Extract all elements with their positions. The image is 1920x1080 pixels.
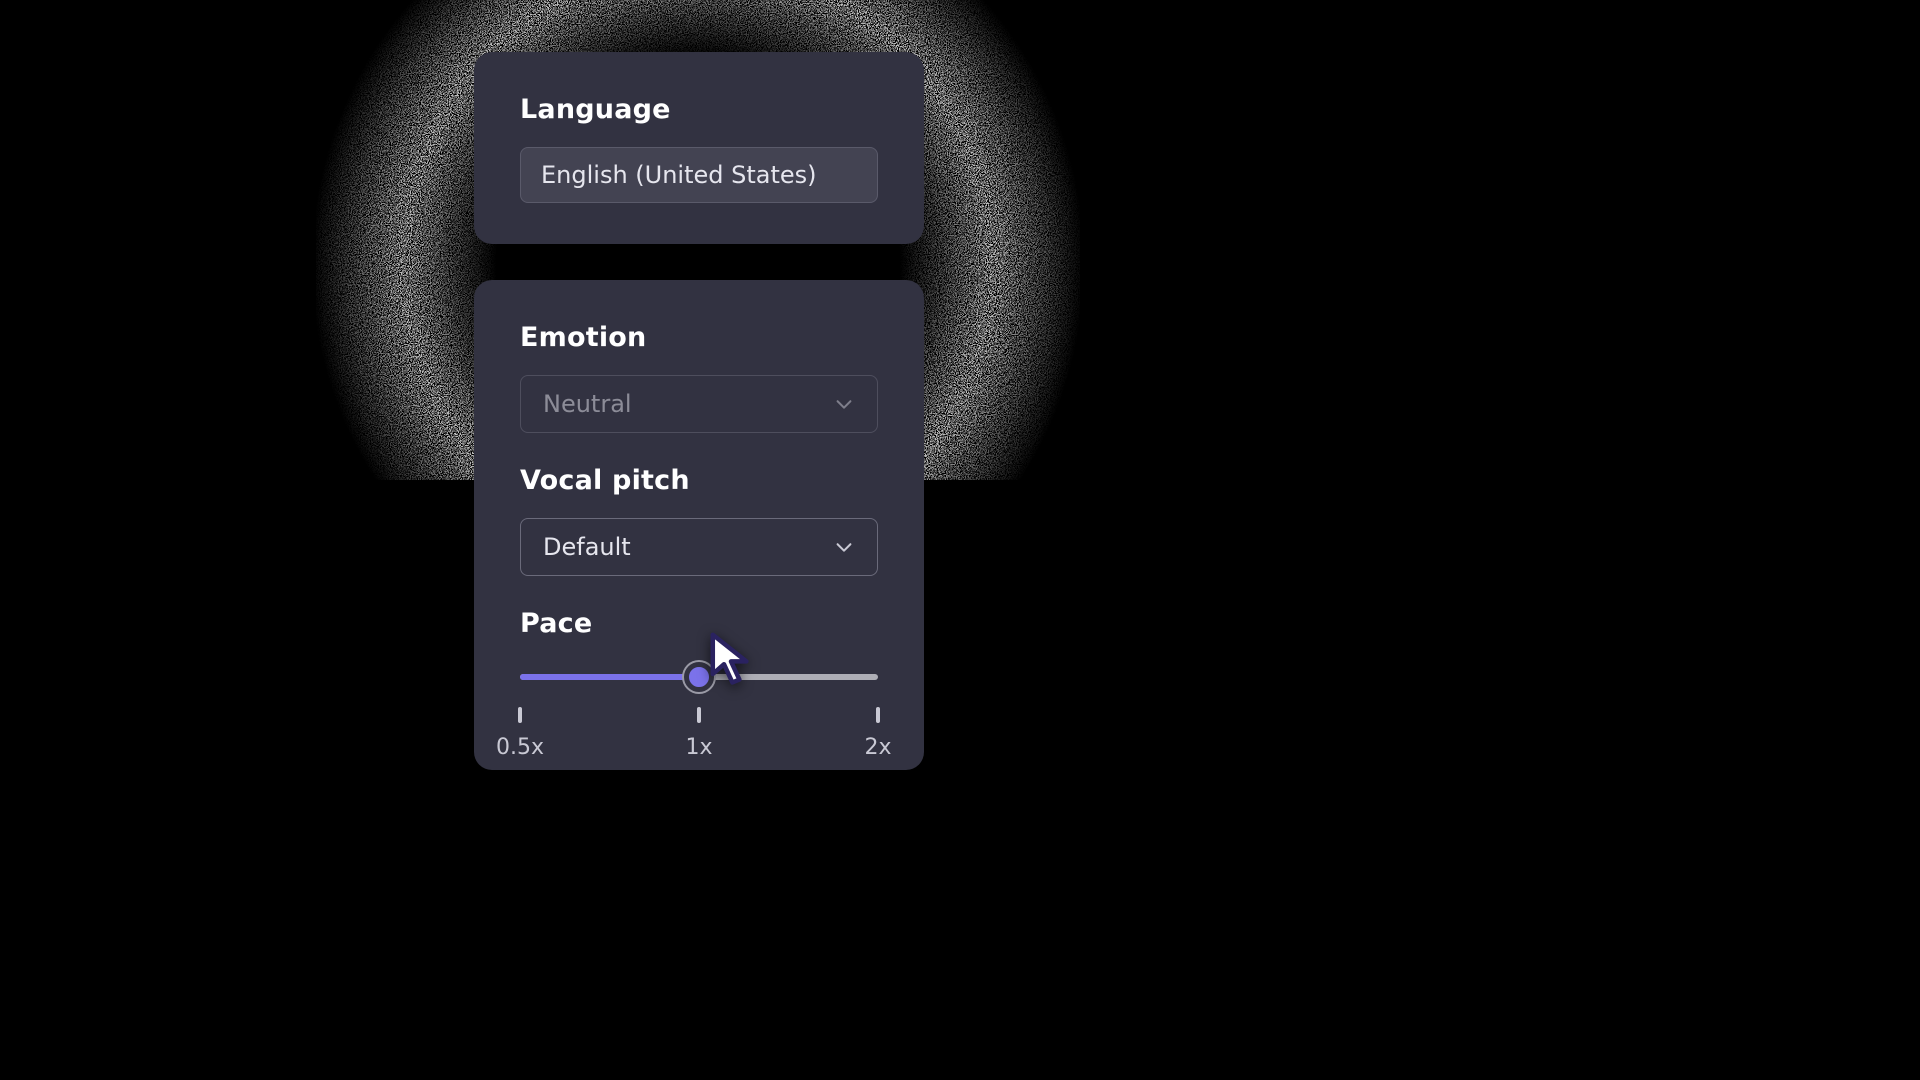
- pace-tick: [697, 707, 701, 723]
- pace-slider-track-fill: [520, 674, 699, 680]
- pace-slider-thumb[interactable]: [684, 662, 714, 692]
- pace-tick: [876, 707, 880, 723]
- emotion-dropdown: Neutral: [520, 375, 878, 433]
- voice-panel: Emotion Neutral Vocal pitch Default Pace: [474, 280, 924, 770]
- pace-slider[interactable]: [520, 661, 878, 693]
- language-panel: Language English (United States): [474, 52, 924, 244]
- language-value[interactable]: English (United States): [520, 147, 878, 203]
- pace-tick: [518, 707, 522, 723]
- pace-slider-labels: 0.5x 1x 2x: [520, 735, 878, 765]
- pace-slider-ticks: [520, 707, 878, 725]
- emotion-field: Emotion Neutral: [520, 322, 878, 433]
- vocal-pitch-value: Default: [543, 533, 631, 561]
- vocal-pitch-label: Vocal pitch: [520, 465, 878, 496]
- vocal-pitch-field: Vocal pitch Default: [520, 465, 878, 576]
- pace-mark-label: 1x: [685, 735, 712, 760]
- vocal-pitch-dropdown[interactable]: Default: [520, 518, 878, 576]
- pace-field: Pace 0.5x 1x 2x: [520, 608, 878, 765]
- chevron-down-icon: [833, 536, 855, 558]
- emotion-value: Neutral: [543, 390, 632, 418]
- language-label: Language: [520, 94, 878, 125]
- pace-label: Pace: [520, 608, 878, 639]
- chevron-down-icon: [833, 393, 855, 415]
- pace-mark-label: 0.5x: [496, 735, 544, 760]
- pace-mark-label: 2x: [864, 735, 891, 760]
- voice-settings-region: Language English (United States) Emotion…: [316, 0, 1080, 776]
- emotion-label: Emotion: [520, 322, 878, 353]
